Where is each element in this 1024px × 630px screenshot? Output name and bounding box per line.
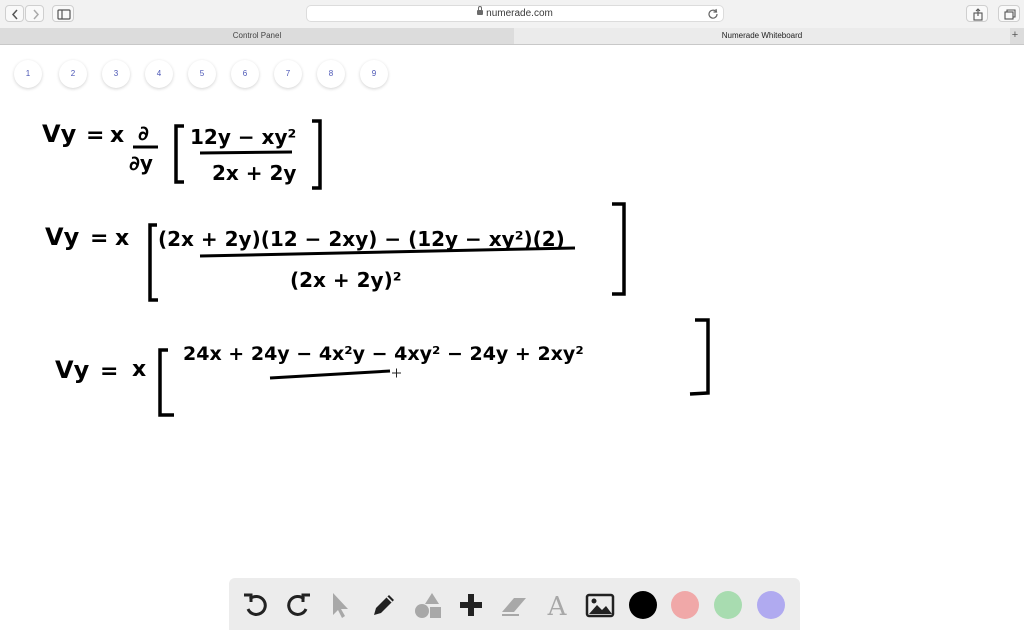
tab-control-panel[interactable]: Control Panel: [0, 28, 514, 44]
equation-lhs: Vy: [42, 120, 77, 148]
new-tab-button[interactable]: +: [1008, 28, 1022, 44]
partial-numerator: ∂: [138, 121, 149, 145]
variable-x: x: [110, 123, 124, 148]
color-pink-swatch[interactable]: [671, 591, 699, 619]
add-icon[interactable]: [456, 590, 486, 620]
chevron-left-icon: [11, 9, 18, 20]
equation-line-2: Vy = x (2x + 2y)(12 − 2xy) − (12y − xy²)…: [45, 202, 626, 302]
fraction-numerator: 12y − xy²: [190, 125, 296, 149]
fraction-denominator: (2x + 2y)²: [290, 268, 402, 292]
drawing-toolbar: A: [229, 578, 800, 630]
equation-line-3: Vy = x 24x + 24y − 4x²y − 4xy² − 24y + 2…: [55, 318, 710, 417]
equals-sign: =: [86, 123, 104, 148]
browser-toolbar: numerade.com: [0, 0, 1024, 28]
color-black-swatch[interactable]: [629, 591, 657, 619]
share-icon: [973, 8, 983, 21]
fraction-numerator: (2x + 2y)(12 − 2xy) − (12y − xy²)(2): [158, 227, 565, 251]
eraser-icon[interactable]: [499, 590, 529, 620]
equation-line-1: Vy = x ∂ ∂y 12y − xy² 2x + 2y: [42, 119, 322, 190]
color-purple-swatch[interactable]: [757, 591, 785, 619]
address-bar[interactable]: numerade.com: [306, 5, 724, 22]
pointer-icon[interactable]: [326, 590, 356, 620]
equation-lhs: Vy: [55, 356, 90, 384]
partial-denominator: ∂y: [129, 151, 153, 175]
text-icon[interactable]: A: [542, 590, 572, 620]
tabs-overview-button[interactable]: [998, 5, 1020, 22]
whiteboard-canvas[interactable]: Vy = x ∂ ∂y 12y − xy² 2x + 2y Vy = x (2x…: [0, 45, 1024, 575]
pen-icon[interactable]: [369, 590, 399, 620]
share-button[interactable]: [966, 5, 988, 22]
svg-text:A: A: [547, 592, 568, 620]
sidebar-icon: [57, 9, 71, 20]
undo-icon[interactable]: [240, 590, 270, 620]
variable-x: x: [115, 226, 129, 251]
fraction-denominator: 2x + 2y: [212, 161, 296, 185]
tab-bar: Control Panel Numerade Whiteboard +: [0, 28, 1024, 45]
reload-icon[interactable]: [707, 8, 719, 20]
image-icon[interactable]: [585, 590, 615, 620]
url-label: numerade.com: [486, 8, 553, 19]
sidebar-button[interactable]: [52, 5, 74, 22]
redo-icon[interactable]: [284, 590, 314, 620]
chevron-right-icon: [33, 9, 40, 20]
equals-sign: =: [100, 359, 118, 384]
forward-button[interactable]: [25, 5, 44, 22]
lock-icon: [477, 6, 484, 15]
tabs-icon: [1004, 9, 1016, 20]
color-green-swatch[interactable]: [714, 591, 742, 619]
expanded-terms: 24x + 24y − 4x²y − 4xy² − 24y + 2xy²: [183, 343, 584, 365]
equals-sign: =: [90, 226, 108, 251]
back-button[interactable]: [5, 5, 24, 22]
variable-x: x: [132, 357, 146, 382]
cursor-crosshair-icon: [392, 368, 401, 378]
equation-lhs: Vy: [45, 223, 80, 251]
url-text: numerade.com: [307, 6, 723, 19]
tab-numerade-whiteboard[interactable]: Numerade Whiteboard: [514, 28, 1010, 44]
shapes-icon[interactable]: [413, 590, 443, 620]
